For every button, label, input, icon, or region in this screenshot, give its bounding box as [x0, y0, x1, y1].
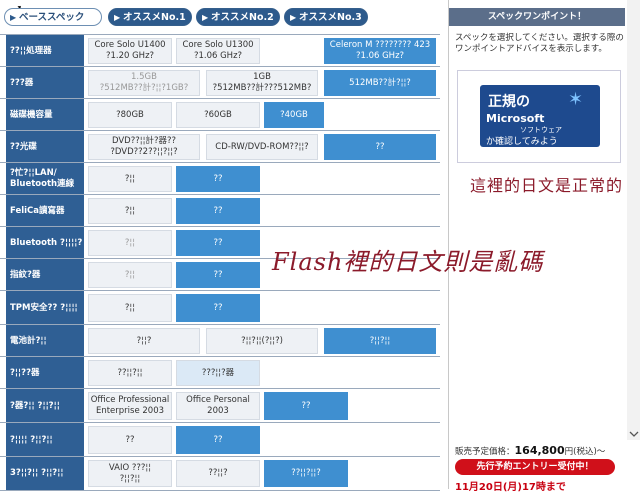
- table-row: ??¦¦処理器 Core Solo U1400 ?1.20 GHz? Core …: [0, 34, 440, 67]
- tab-recommend-1[interactable]: ▶ オススメNo.1: [108, 8, 192, 26]
- arrow-icon: ▶: [114, 13, 121, 22]
- option-cell[interactable]: 1GB ?512MB??計???512MB?: [206, 70, 318, 96]
- annotation-garbled-text: Flash裡的日文則是亂碼: [272, 248, 544, 276]
- option-cell[interactable]: ?80GB: [88, 102, 172, 128]
- row-label-tpm: TPM安全?? ?¦¦¦¦: [6, 291, 84, 325]
- option-cell[interactable]: ?¦¦: [88, 230, 172, 256]
- deadline-text: 11月20日(月)17時まで: [455, 482, 566, 493]
- row-label-warranty: ?¦¦¦¦ ?¦¦?¦¦: [6, 423, 84, 457]
- table-row: 磁碟機容量 ?80GB ?60GB ?40GB: [0, 98, 440, 131]
- arrow-icon: ▶: [202, 13, 209, 22]
- tab-base-spec[interactable]: ▶ ベーススペック: [4, 8, 102, 26]
- option-cell[interactable]: ??: [88, 426, 172, 454]
- row-label-optical: ??光碟: [6, 131, 84, 163]
- row-label-wireless: ?忙?¦¦LAN/ Bluetooth連線: [6, 163, 84, 195]
- table-row: 電池計?¦¦ ?¦¦? ?¦¦?¦¦(?¦¦?) ?¦¦?¦¦: [0, 324, 440, 357]
- option-cell[interactable]: CD-RW/DVD-ROM??¦¦?: [206, 134, 318, 160]
- table-row: FeliCa讀寫器 ?¦¦ ??: [0, 194, 440, 227]
- microsoft-genuine-banner[interactable]: 正規の ✶ Microsoft ソフトウェア か確認してみよう: [480, 85, 600, 147]
- row-label-bluetooth: Bluetooth ?¦¦¦¦?: [6, 227, 84, 259]
- price-value: 164,800: [514, 444, 565, 457]
- option-cell[interactable]: DVD??¦¦計?器?? ?DVD??2??¦¦?¦¦?: [88, 134, 200, 160]
- option-cell-selected[interactable]: ??: [264, 392, 348, 420]
- option-cell[interactable]: ?¦¦: [88, 166, 172, 192]
- option-cell[interactable]: Core Solo U1300 ?1.06 GHz?: [176, 38, 260, 64]
- option-cell[interactable]: 1.5GB ?512MB??計?¦¦?1GB?: [88, 70, 200, 96]
- table-row: ?¦¦¦¦ ?¦¦?¦¦ ?? ??: [0, 422, 440, 457]
- row-label-cpu: ??¦¦処理器: [6, 35, 84, 67]
- arrow-icon: ▶: [290, 13, 297, 22]
- option-cell-selected[interactable]: ??: [176, 198, 260, 224]
- option-cell[interactable]: ?¦¦: [88, 198, 172, 224]
- star-logo-icon: ✶: [568, 89, 584, 110]
- price-line: 販売予定価格：164,800円(税込)～: [455, 444, 605, 457]
- option-cell-selected[interactable]: ?40GB: [264, 102, 324, 128]
- option-cell[interactable]: Office Professional Enterprise 2003: [88, 392, 172, 420]
- table-row: TPM安全?? ?¦¦¦¦ ?¦¦ ??: [0, 290, 440, 325]
- option-cell[interactable]: ?¦¦?¦¦(?¦¦?): [206, 328, 318, 354]
- table-row: ?¦¦??器 ??¦¦?¦¦ ???¦¦?器: [0, 356, 440, 389]
- row-label-fingerprint: 指紋?器: [6, 259, 84, 291]
- option-cell-selected[interactable]: ??: [176, 166, 260, 192]
- option-cell[interactable]: ?¦¦: [88, 294, 172, 322]
- row-label-felica: FeliCa讀寫器: [6, 195, 84, 227]
- banner-line-2: Microsoft: [486, 112, 545, 125]
- option-cell[interactable]: ??¦¦?¦¦: [88, 360, 172, 386]
- table-row: ??光碟 DVD??¦¦計?器?? ?DVD??2??¦¦?¦¦? CD-RW/…: [0, 130, 440, 163]
- spec-tabs: ▶ ベーススペック ▶ オススメNo.1 ▶ オススメNo.2 ▶ オススメNo.3: [0, 8, 446, 28]
- row-label-office: ?器?¦¦ ?¦¦?¦¦: [6, 389, 84, 423]
- reserve-entry-button[interactable]: 先行予約エントリー受付中！: [455, 459, 615, 475]
- row-label-drive: ?¦¦??器: [6, 357, 84, 389]
- option-cell-selected[interactable]: ??: [176, 262, 260, 288]
- table-row: ?忙?¦¦LAN/ Bluetooth連線 ?¦¦ ??: [0, 162, 440, 195]
- option-cell[interactable]: ?¦¦?: [88, 328, 200, 354]
- row-label-disk: 磁碟機容量: [6, 99, 84, 131]
- option-cell-selected[interactable]: ?¦¦?¦¦: [324, 328, 436, 354]
- option-cell[interactable]: ??¦¦?: [176, 460, 260, 487]
- option-cell-selected[interactable]: ???¦¦?器: [176, 360, 260, 386]
- microsoft-banner[interactable]: 正規の ✶ Microsoft ソフトウェア か確認してみよう: [457, 70, 621, 163]
- arrow-icon: ▶: [10, 13, 17, 22]
- option-cell-selected[interactable]: Celeron M ???????? 423 ?1.06 GHz?: [324, 38, 436, 64]
- table-row: ?器?¦¦ ?¦¦?¦¦ Office Professional Enterpr…: [0, 388, 440, 423]
- option-cell[interactable]: ?¦¦: [88, 262, 172, 288]
- banner-line-4: か確認してみよう: [486, 137, 558, 147]
- onepoint-description: スペックを選択してください。選択する際のワンポイントアドバイスを表示します。: [455, 33, 624, 54]
- table-row: ???器 1.5GB ?512MB??計?¦¦?1GB? 1GB ?512MB?…: [0, 66, 440, 99]
- option-cell-selected[interactable]: ??: [176, 426, 260, 454]
- option-cell[interactable]: Office Personal 2003: [176, 392, 260, 420]
- option-cell-selected[interactable]: 512MB??計?¦¦?: [324, 70, 436, 96]
- option-cell-selected[interactable]: ??: [176, 294, 260, 322]
- row-label-memory: ???器: [6, 67, 84, 99]
- row-label-battery: 電池計?¦¦: [6, 325, 84, 357]
- option-cell-selected[interactable]: ??¦¦?¦¦?: [264, 460, 348, 487]
- option-cell[interactable]: ?60GB: [176, 102, 260, 128]
- option-cell[interactable]: Core Solo U1400 ?1.20 GHz?: [88, 38, 172, 64]
- tab-recommend-3[interactable]: ▶ オススメNo.3: [284, 8, 368, 26]
- option-cell[interactable]: VAIO ???¦¦ ?¦¦?¦¦: [88, 460, 172, 487]
- option-cell-selected[interactable]: ??: [324, 134, 436, 160]
- price-label: 販売予定価格：: [455, 447, 515, 457]
- banner-line-1: 正規の: [488, 94, 530, 110]
- tab-recommend-2[interactable]: ▶ オススメNo.2: [196, 8, 280, 26]
- annotation-normal-text: 這裡的日文是正常的: [470, 176, 624, 195]
- price-suffix: 円(税込)～: [564, 447, 606, 457]
- option-cell-selected[interactable]: ??: [176, 230, 260, 256]
- scroll-down-icon[interactable]: [629, 430, 639, 438]
- vertical-scrollbar[interactable]: [627, 0, 640, 440]
- row-label-support: 3?¦¦?¦¦ ?¦¦?¦¦: [6, 457, 84, 490]
- onepoint-header: スペックワンポイント！: [449, 8, 625, 26]
- table-row: 3?¦¦?¦¦ ?¦¦?¦¦ VAIO ???¦¦ ?¦¦?¦¦ ??¦¦? ?…: [0, 456, 440, 491]
